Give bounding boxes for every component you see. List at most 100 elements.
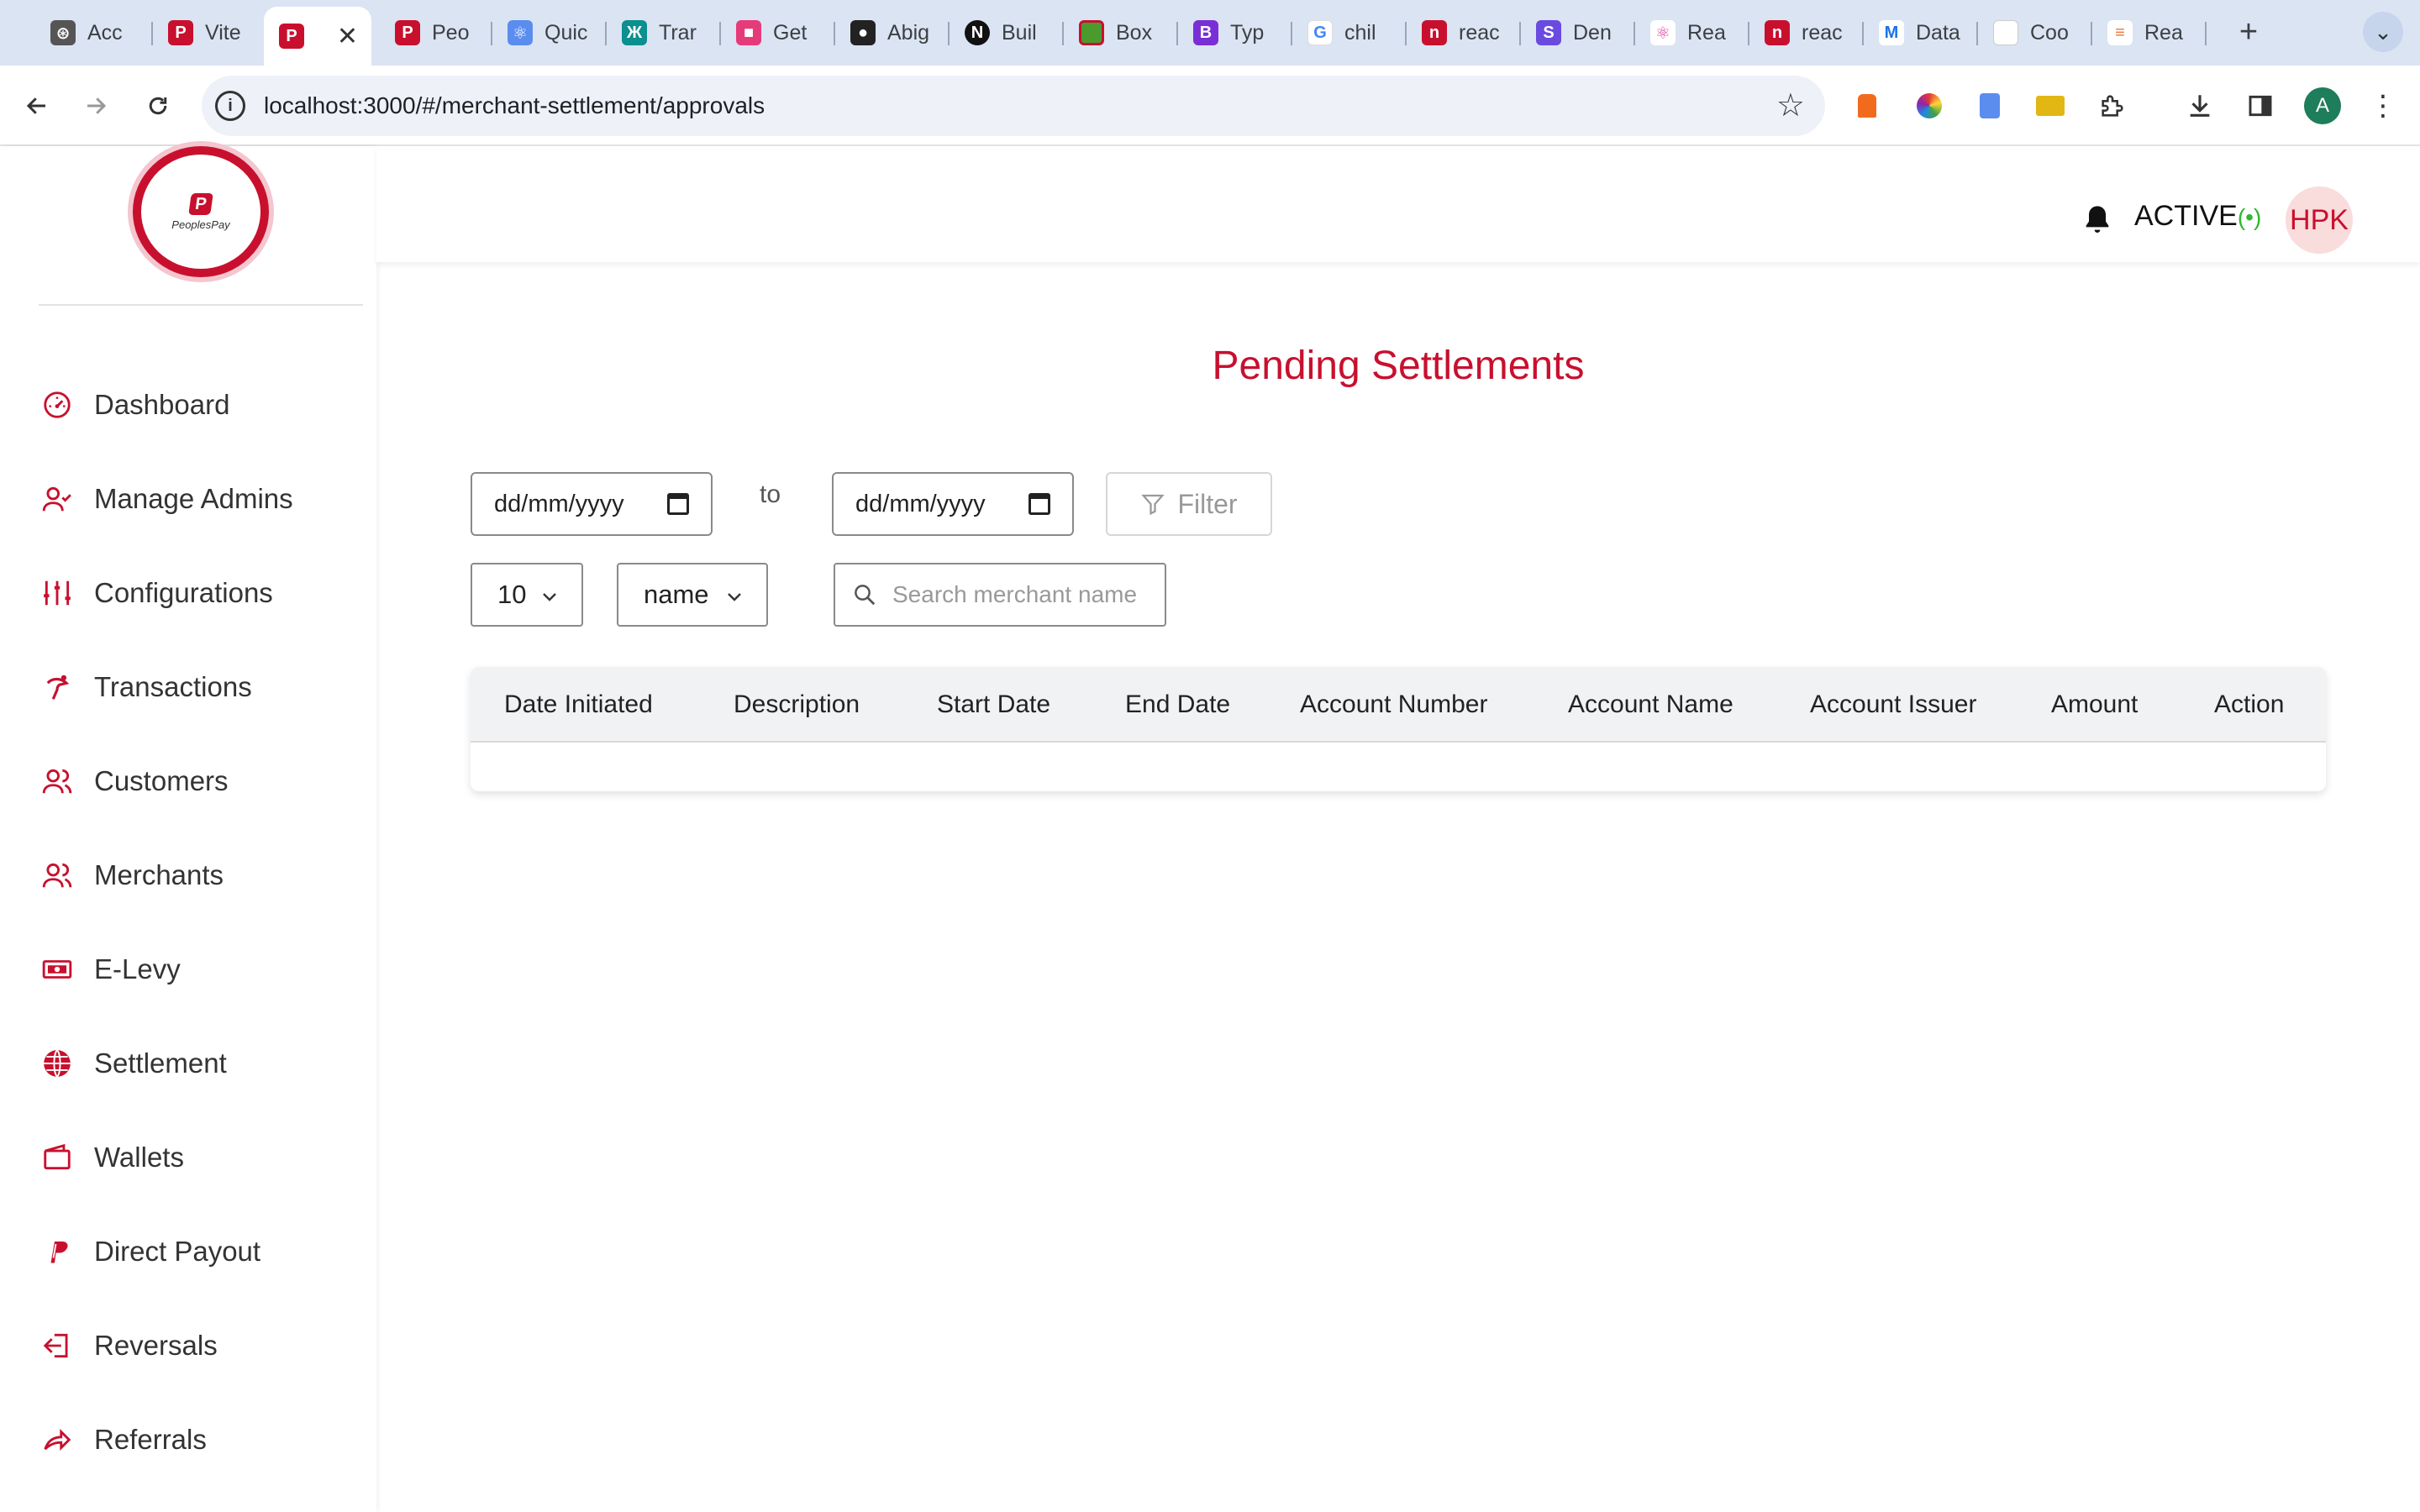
chevron-down-icon	[728, 593, 741, 601]
arrow-right-icon	[87, 97, 107, 114]
site-info-icon[interactable]: i	[215, 91, 245, 121]
forward-button[interactable]	[76, 86, 116, 126]
reload-icon	[149, 97, 167, 115]
browser-tab-active[interactable]: P ✕	[264, 7, 371, 66]
profile-avatar[interactable]: A	[2304, 87, 2341, 124]
tab-favicon-icon: B	[1193, 20, 1218, 45]
browser-tab[interactable]: ⊛ Acc	[35, 10, 153, 55]
arrow-left-icon	[26, 97, 45, 114]
bookmark-star-icon[interactable]: ☆	[1776, 76, 1805, 136]
url-text[interactable]: localhost:3000/#/merchant-settlement/app…	[264, 76, 765, 136]
users-icon	[39, 763, 76, 800]
color-picker-extension-icon[interactable]	[1911, 87, 1948, 124]
download-icon[interactable]	[2181, 87, 2218, 124]
sidebar-item-merchants[interactable]: Merchants	[39, 850, 366, 900]
browser-tab[interactable]: ⚛ Quic	[492, 10, 607, 55]
sort-field-select[interactable]: name	[617, 563, 768, 627]
page-title: Pending Settlements	[1212, 344, 1585, 388]
tab-title: Acc	[87, 20, 123, 45]
sidebar-item-configurations[interactable]: Configurations	[39, 568, 366, 618]
tab-title: Box	[1116, 20, 1153, 45]
calendar-icon[interactable]	[667, 493, 689, 515]
sidebar-item-transactions[interactable]: Transactions	[39, 662, 366, 712]
date-from-input[interactable]: dd/mm/yyyy	[471, 472, 713, 536]
tab-title: Typ	[1230, 20, 1265, 45]
bell-icon[interactable]	[2081, 202, 2114, 239]
browser-tab[interactable]: n reac	[1749, 10, 1864, 55]
browser-tab[interactable]: n reac	[1407, 10, 1521, 55]
date-to-input[interactable]: dd/mm/yyyy	[832, 472, 1074, 536]
tab-title: Trar	[659, 20, 697, 45]
column-header[interactable]: End Date	[1125, 667, 1230, 743]
browser-tab[interactable]: P Peo	[380, 10, 492, 55]
browser-tab[interactable]: ≡ Rea	[2092, 10, 2207, 55]
settlements-table: Date Initiated Description Start Date En…	[471, 667, 2326, 791]
side-panel-icon[interactable]	[2242, 87, 2279, 124]
back-button[interactable]	[17, 86, 57, 126]
search-input[interactable]	[892, 581, 1161, 608]
sidebar-item-manage-admins[interactable]: Manage Admins	[39, 474, 366, 524]
sliders-icon	[39, 575, 76, 612]
browser-tab[interactable]: M Data	[1864, 10, 1978, 55]
tab-favicon-icon: ⚛	[508, 20, 533, 45]
tab-title: Rea	[1687, 20, 1726, 45]
browser-tab[interactable]: P Vite	[153, 10, 264, 55]
sidebar-item-customers[interactable]: Customers	[39, 756, 366, 806]
globe-icon	[39, 1045, 76, 1082]
extension-icon[interactable]	[1849, 87, 1886, 124]
sidebar-item-e-levy[interactable]: E-Levy	[39, 944, 366, 995]
user-avatar[interactable]: HPK	[2286, 186, 2353, 254]
extension-icon[interactable]	[1971, 87, 2008, 124]
peoplespay-logo[interactable]: P PeoplesPay	[133, 146, 269, 277]
sidebar-item-referrals[interactable]: Referrals	[39, 1415, 366, 1465]
banknote-icon	[39, 951, 76, 988]
status-text: ACTIVE	[2134, 200, 2238, 232]
browser-tab[interactable]: ⚛ Rea	[1635, 10, 1749, 55]
browser-tab[interactable]: ● Abig	[835, 10, 950, 55]
browser-tab[interactable]: ■ Get	[721, 10, 835, 55]
sidebar-item-wallets[interactable]: Wallets	[39, 1132, 366, 1183]
browser-tab[interactable]: Ж Trar	[607, 10, 721, 55]
column-header[interactable]: Account Issuer	[1810, 667, 1976, 743]
tab-title: Abig	[887, 20, 930, 45]
sidebar-item-settlement[interactable]: Settlement	[39, 1038, 366, 1089]
tab-favicon-icon: N	[965, 20, 990, 45]
column-header[interactable]: Action	[2214, 667, 2284, 743]
browser-tab[interactable]: N Buil	[950, 10, 1064, 55]
search-box[interactable]	[834, 563, 1166, 627]
browser-tab-strip: ⊛ Acc P Vite P ✕ P Peo ⚛ Quic Ж Trar ■ Get ● Abi…	[0, 0, 2420, 66]
browser-tab[interactable]: S Den	[1521, 10, 1635, 55]
column-header[interactable]: Start Date	[937, 667, 1050, 743]
kebab-menu-icon[interactable]: ⋮	[2365, 87, 2402, 124]
tab-favicon-icon: M	[1879, 20, 1904, 45]
page-size-value: 10	[497, 580, 527, 609]
extensions-puzzle-icon[interactable]	[2094, 87, 2131, 124]
browser-tab[interactable]: B Typ	[1178, 10, 1292, 55]
new-tab-button[interactable]: +	[2232, 13, 2265, 50]
sidebar-item-dashboard[interactable]: Dashboard	[39, 380, 366, 430]
address-bar[interactable]: i localhost:3000/#/merchant-settlement/a…	[202, 76, 1825, 136]
sidebar-item-reversals[interactable]: Reversals	[39, 1320, 366, 1371]
tab-favicon-icon: n	[1422, 20, 1447, 45]
gauge-icon	[39, 386, 76, 423]
column-header[interactable]: Date Initiated	[504, 667, 653, 743]
browser-tab[interactable]: Gchil	[1292, 10, 1407, 55]
reload-button[interactable]	[138, 86, 178, 126]
sidebar-item-direct-payout[interactable]: Direct Payout	[39, 1226, 366, 1277]
sidebar-item-label: Configurations	[94, 577, 273, 608]
calendar-icon[interactable]	[1028, 493, 1050, 515]
close-icon[interactable]: ✕	[337, 22, 358, 51]
tab-search-button[interactable]: ⌄	[2363, 12, 2403, 52]
column-header[interactable]: Description	[734, 667, 860, 743]
browser-tab[interactable]: Box	[1064, 10, 1178, 55]
extension-icon[interactable]	[2032, 87, 2069, 124]
column-header[interactable]: Account Name	[1568, 667, 1733, 743]
tab-favicon-icon: Ж	[622, 20, 647, 45]
column-header[interactable]: Amount	[2051, 667, 2138, 743]
column-header[interactable]: Account Number	[1300, 667, 1487, 743]
date-range-separator: to	[760, 480, 781, 508]
browser-tab[interactable]: Coo	[1978, 10, 2092, 55]
tab-title: Get	[773, 20, 808, 45]
filter-button[interactable]: Filter	[1106, 472, 1272, 536]
page-size-select[interactable]: 10	[471, 563, 583, 627]
